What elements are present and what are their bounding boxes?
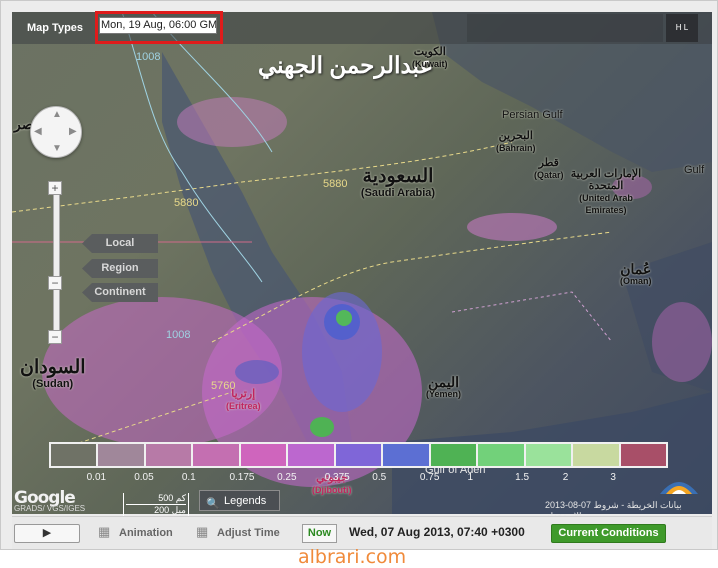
legends-label: Legends: [224, 495, 267, 507]
legend-value-label: 0.05: [134, 472, 154, 483]
zoom-in-button[interactable]: +: [48, 181, 62, 195]
adjust-time-button[interactable]: Adjust Time: [217, 527, 280, 539]
grid-icon: ▦: [98, 524, 111, 539]
grid-icon: ▦: [196, 524, 209, 539]
legend-value-label: 0.5: [372, 472, 387, 483]
watermark-text: albrari.com: [298, 546, 407, 568]
animation-button[interactable]: Animation: [119, 527, 173, 539]
map-types-menu[interactable]: Map Types: [27, 22, 83, 34]
legend-value-label: 0.175: [229, 472, 255, 483]
current-datetime: Wed, 07 Aug 2013, 07:40 +0300: [349, 525, 525, 539]
highlight-box: [95, 11, 223, 44]
pan-right-icon[interactable]: ▶: [69, 126, 77, 137]
top-right-panel: [467, 14, 663, 42]
label-persian-gulf: Persian Gulf: [502, 109, 563, 121]
pan-left-icon[interactable]: ◀: [34, 126, 42, 137]
legend-swatch: [620, 444, 667, 466]
high-low-toggle-button[interactable]: H L: [666, 14, 698, 42]
legend-swatch: [383, 444, 431, 466]
pan-down-icon[interactable]: ▼: [52, 143, 62, 154]
isobar-label: 5880: [323, 178, 348, 190]
isobar-label: 1008: [166, 329, 191, 341]
zoom-slider[interactable]: [53, 194, 60, 336]
label-gulf-east: Gulf: [684, 164, 705, 176]
label-qatar: قطر (Qatar): [534, 157, 564, 180]
isobar-label: 5760: [211, 380, 236, 392]
legend-value-label: 0.75: [419, 472, 440, 483]
legend-value-label: 3: [610, 472, 616, 483]
pan-control[interactable]: ▲ ▼ ◀ ▶: [30, 106, 82, 158]
legend-value-label: 0.01: [86, 472, 107, 483]
legend-swatch: [288, 444, 336, 466]
label-bahrain: البحرين (Bahrain): [496, 130, 536, 153]
map-scale: 500 كم 200 ميل: [123, 493, 189, 516]
isobar-label: 5880: [174, 197, 199, 209]
isobar-label: 1008: [136, 51, 161, 63]
pan-up-icon[interactable]: ▲: [52, 109, 62, 120]
legend-value-label: 2: [562, 472, 569, 483]
legend-swatch: [51, 444, 99, 466]
legend-swatch: [430, 444, 479, 466]
legend-swatch: [98, 444, 146, 466]
label-saudi-arabia: السعودية (Saudi Arabia): [360, 166, 436, 199]
view-continent-button[interactable]: Continent: [82, 283, 158, 302]
current-conditions-button[interactable]: Current Conditions: [551, 524, 666, 543]
legend-swatch: [145, 444, 194, 466]
zoom-slider-handle[interactable]: −: [48, 276, 62, 290]
scale-km: 500 كم: [126, 493, 186, 505]
scale-mi: 200 ميل: [154, 505, 186, 515]
view-region-button[interactable]: Region: [82, 259, 158, 278]
legends-button[interactable]: 🔍 Legends: [199, 490, 280, 511]
magnifier-icon: 🔍: [206, 498, 220, 510]
view-local-button[interactable]: Local: [82, 234, 158, 253]
legend-swatch: [573, 444, 621, 466]
legend-swatch: [240, 444, 289, 466]
label-oman: عُمان (Oman): [620, 261, 652, 286]
legend-value-label: 0.375: [324, 472, 350, 483]
legend-value-label: 1.5: [515, 472, 530, 483]
label-sudan: السودان (Sudan): [20, 357, 86, 391]
legend-swatch: [525, 444, 574, 466]
legend-swatch: [478, 444, 526, 466]
label-uae: الإمارات العربية المتحدة (United Arab Emi…: [570, 168, 642, 215]
label-yemen: اليمن (Yemen): [426, 374, 462, 399]
legend-value-label: 1: [467, 472, 474, 483]
play-button[interactable]: ▶: [14, 524, 80, 543]
weather-logo-icon: [660, 482, 698, 494]
legend-value-label: 0.1: [181, 472, 196, 483]
now-button[interactable]: Now: [302, 524, 337, 543]
legend-value-label: 0.25: [277, 472, 297, 483]
label-kuwait: الكويت (Kuwait): [412, 46, 448, 69]
data-source-credit: GRADS/ VGS/IGES: [14, 504, 86, 513]
legend-swatch: [335, 444, 384, 466]
zoom-out-button[interactable]: −: [48, 330, 62, 344]
author-overlay-text: عبدالرحمن الجهني: [258, 52, 434, 78]
legend-swatch: [193, 444, 241, 466]
precipitation-legend-bar: [49, 442, 668, 468]
